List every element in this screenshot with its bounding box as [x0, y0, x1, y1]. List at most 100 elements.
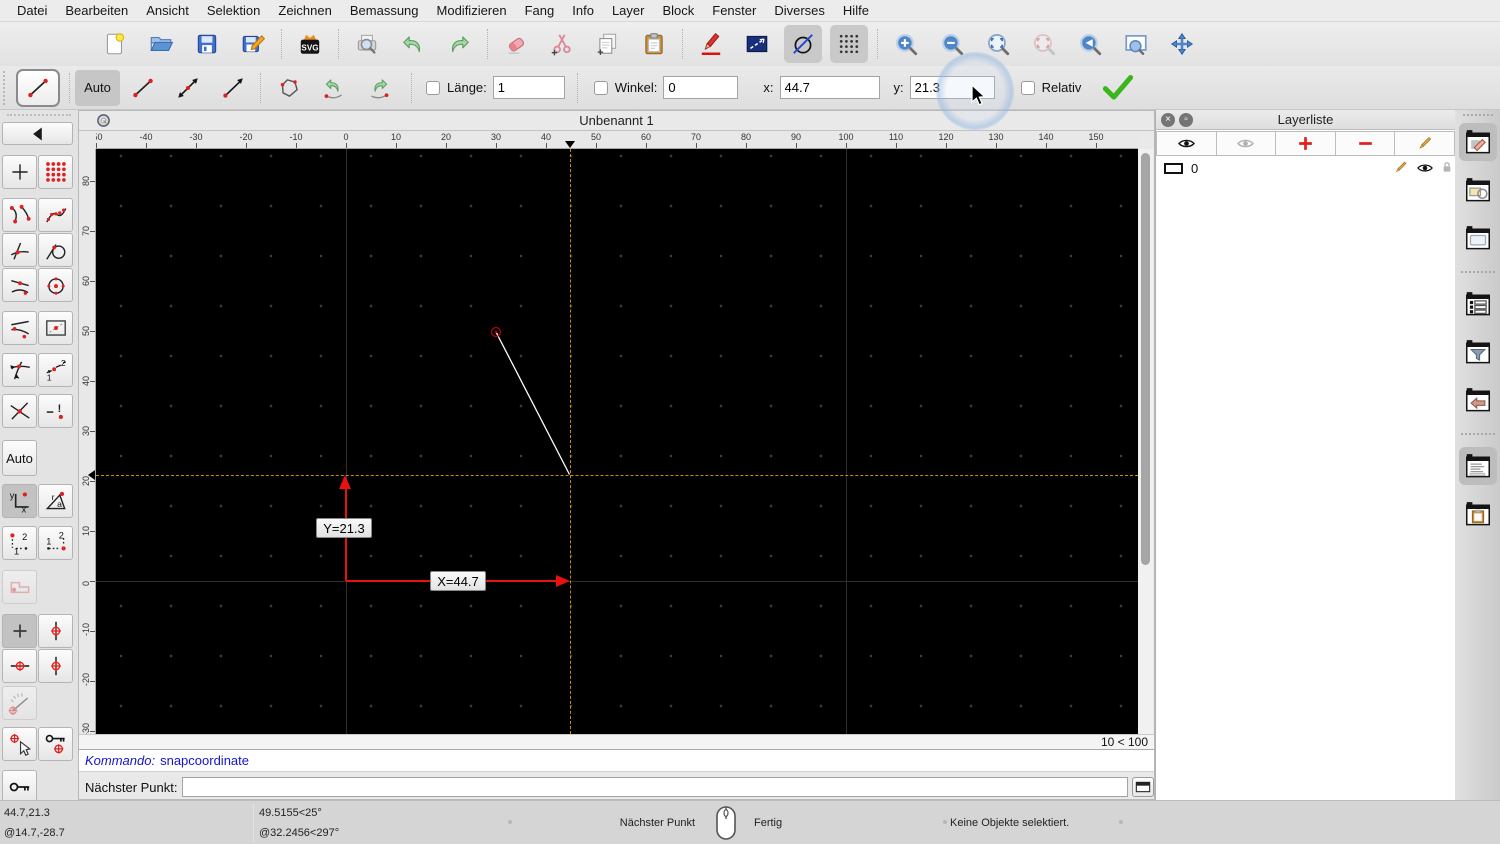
- line-one-direction-button[interactable]: [210, 69, 255, 107]
- dock-entity-list-button[interactable]: [1459, 285, 1497, 323]
- snap-intersection-manual-button[interactable]: 12: [38, 353, 73, 387]
- snap-reference-button[interactable]: [38, 311, 73, 345]
- sidebar-drag-handle[interactable]: [7, 114, 71, 119]
- pen-attributes-button[interactable]: [692, 25, 730, 63]
- menu-item-layer[interactable]: Layer: [603, 3, 654, 18]
- hide-all-layers-button[interactable]: [1216, 131, 1277, 156]
- open-file-button[interactable]: [142, 25, 180, 63]
- command-keyboard-button[interactable]: [1132, 777, 1154, 797]
- set-relative-zero-button[interactable]: [2, 727, 37, 761]
- y-coordinate-input[interactable]: [909, 76, 995, 99]
- restrict-free-button[interactable]: [2, 614, 37, 648]
- layer-visibility-eye-icon[interactable]: [1416, 159, 1434, 177]
- dock-command-line-button[interactable]: [1458, 447, 1497, 485]
- coordinate-cartesian-button[interactable]: yx: [2, 484, 37, 518]
- copy-button[interactable]: [589, 25, 627, 63]
- auto-mode-button[interactable]: Auto: [75, 69, 120, 106]
- entity-attributes-button[interactable]: [738, 25, 776, 63]
- auto-text-button[interactable]: Auto: [2, 440, 37, 476]
- menu-item-ansicht[interactable]: Ansicht: [137, 3, 198, 18]
- layer-color-swatch[interactable]: [1164, 162, 1183, 174]
- delete-button[interactable]: [497, 25, 535, 63]
- menu-item-fenster[interactable]: Fenster: [703, 3, 765, 18]
- edit-layer-button[interactable]: [1395, 131, 1455, 156]
- coordinate-polar-button[interactable]: ra: [38, 484, 73, 518]
- zoom-out-button[interactable]: [933, 25, 971, 63]
- menu-item-block[interactable]: Block: [653, 3, 703, 18]
- dock-drag-handle[interactable]: [1462, 114, 1493, 119]
- zoom-auto-button[interactable]: [979, 25, 1017, 63]
- menu-item-selektion[interactable]: Selektion: [198, 3, 269, 18]
- vertical-scrollbar-thumb[interactable]: [1141, 153, 1150, 565]
- dock-clipboard-button[interactable]: [1459, 495, 1497, 533]
- corner-point-1-button[interactable]: 12: [2, 526, 37, 560]
- construction-mode-button[interactable]: [784, 25, 822, 63]
- snap-free-button[interactable]: [2, 155, 37, 189]
- vertical-scrollbar[interactable]: [1138, 149, 1153, 734]
- remove-layer-button[interactable]: [1335, 131, 1396, 156]
- relative-zero-key-button[interactable]: [2, 770, 37, 804]
- menu-item-bemassung[interactable]: Bemassung: [341, 3, 428, 18]
- redo-button[interactable]: [440, 25, 478, 63]
- new-file-button[interactable]: [96, 25, 134, 63]
- corner-point-2-button[interactable]: 12: [38, 526, 73, 560]
- snap-grid-button[interactable]: [38, 155, 73, 189]
- paste-button[interactable]: [635, 25, 673, 63]
- snap-circle-center-button[interactable]: [38, 268, 73, 302]
- close-icon[interactable]: ×: [1161, 113, 1175, 127]
- confirm-check-icon[interactable]: [1101, 74, 1135, 102]
- lock-relative-zero-button[interactable]: [38, 727, 73, 761]
- relative-checkbox[interactable]: [1020, 80, 1035, 95]
- current-tool-line-button[interactable]: [16, 68, 60, 107]
- layer-edit-icon[interactable]: [1392, 159, 1409, 176]
- restrict-orthogonal-button[interactable]: [38, 614, 73, 648]
- snap-on-entity-button[interactable]: [38, 198, 73, 232]
- length-input[interactable]: [492, 76, 565, 99]
- grid-toggle-button[interactable]: [830, 25, 868, 63]
- show-all-layers-button[interactable]: [1156, 131, 1217, 156]
- menu-item-fang[interactable]: Fang: [516, 3, 564, 18]
- angle-input[interactable]: [663, 76, 739, 99]
- snap-endpoint-button[interactable]: [2, 198, 37, 232]
- restrict-vertical-button[interactable]: [38, 649, 73, 683]
- dock-library-browser-button[interactable]: [1459, 219, 1497, 257]
- snap-middle-button[interactable]: [2, 268, 37, 302]
- zoom-window-button[interactable]: [1117, 25, 1155, 63]
- dock-insert-block-button[interactable]: [1459, 381, 1497, 419]
- command-input[interactable]: [181, 777, 1129, 797]
- save-button[interactable]: [188, 25, 226, 63]
- document-tab-bar[interactable]: Unbenannt 1: [79, 111, 1154, 131]
- dock-layer-list-button[interactable]: [1458, 123, 1497, 161]
- snap-center-button[interactable]: [2, 233, 37, 267]
- svg-export-button[interactable]: SVG: [291, 25, 329, 63]
- zoom-previous-button[interactable]: [1071, 25, 1109, 63]
- restrict-nothing-button[interactable]: !: [38, 394, 73, 428]
- menu-item-hilfe[interactable]: Hilfe: [834, 3, 878, 18]
- menu-item-zeichnen[interactable]: Zeichnen: [269, 3, 340, 18]
- snap-intersection-button[interactable]: [2, 394, 37, 428]
- length-checkbox[interactable]: [426, 80, 440, 95]
- zoom-in-button[interactable]: [887, 25, 925, 63]
- snap-intersection-auto-button[interactable]: [2, 353, 37, 387]
- undock-icon[interactable]: ▫: [1179, 113, 1193, 127]
- back-arrow-button[interactable]: [2, 122, 73, 145]
- redo-segment-button[interactable]: [356, 69, 401, 107]
- line-both-directions-button[interactable]: [165, 69, 210, 107]
- dock-block-list-button[interactable]: [1459, 171, 1497, 209]
- snap-distance-button[interactable]: [2, 311, 37, 345]
- menu-item-bearbeiten[interactable]: Bearbeiten: [56, 3, 137, 18]
- menu-item-info[interactable]: Info: [563, 3, 603, 18]
- x-coordinate-input[interactable]: [779, 76, 880, 99]
- menu-item-modifizieren[interactable]: Modifizieren: [428, 3, 516, 18]
- print-preview-button[interactable]: [348, 25, 386, 63]
- zoom-pan-button[interactable]: [1163, 25, 1201, 63]
- undo-button[interactable]: [394, 25, 432, 63]
- menu-item-diverses[interactable]: Diverses: [765, 3, 834, 18]
- toolbar-drag-handle[interactable]: [3, 70, 9, 105]
- snap-tangent-button[interactable]: [38, 233, 73, 267]
- cut-button[interactable]: [543, 25, 581, 63]
- restrict-horizontal-button[interactable]: [2, 649, 37, 683]
- line-two-points-button[interactable]: [120, 69, 165, 107]
- add-layer-button[interactable]: [1276, 131, 1336, 156]
- save-as-button[interactable]: [234, 25, 272, 63]
